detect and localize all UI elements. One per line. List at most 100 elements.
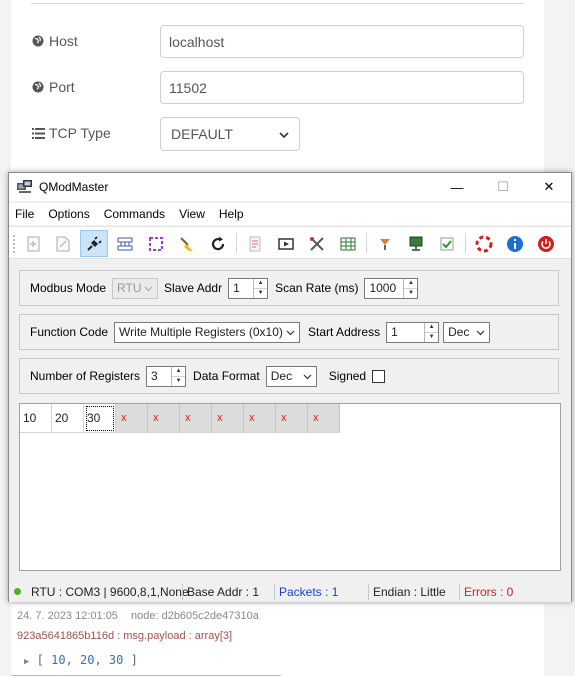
chevron-down-icon [303, 369, 312, 383]
data-format-select[interactable]: Dec [265, 365, 317, 387]
status-bar: RTU : COM3 | 9600,8,1,None Base Addr : 1… [9, 581, 571, 602]
debug-timestamp: 24. 7. 2023 12:01:05 [17, 610, 118, 622]
toolbar-grip[interactable] [13, 235, 15, 253]
menu-bar: File Options Commands View Help [9, 203, 571, 225]
port-label: Port [49, 79, 75, 95]
app-icon [17, 180, 33, 194]
menu-view[interactable]: View [179, 205, 212, 223]
tcp-type-row: TCP Type [31, 125, 111, 141]
expand-triangle-icon[interactable]: ▶ [24, 657, 29, 667]
base-addr-status: Base Addr : 1 [187, 585, 260, 599]
status-separator [274, 584, 275, 600]
address-format-value: Dec [448, 325, 470, 339]
connect-icon[interactable] [20, 230, 48, 257]
connection-settings-group: Modbus Mode RTU Slave Addr 1 ▲ ▼ Scan Rat… [19, 270, 559, 306]
modbus-mode-value: RTU [117, 281, 142, 295]
spin-up-icon[interactable]: ▲ [172, 367, 186, 377]
spin-down-icon[interactable]: ▼ [254, 289, 267, 298]
errors-status: Errors : 0 [464, 585, 514, 599]
port-row: Port [31, 79, 75, 95]
debug-meta: 24. 7. 2023 12:01:05 node: d2b605c2de473… [17, 610, 259, 622]
register-cell[interactable]: 30 [84, 404, 116, 433]
address-format-select[interactable]: Dec [443, 321, 491, 343]
network-icon[interactable] [111, 230, 139, 257]
host-row: Host [31, 33, 78, 49]
title-bar[interactable]: QModMaster — ☐ ✕ [9, 173, 571, 201]
menu-help[interactable]: Help [219, 205, 251, 223]
list-icon [31, 126, 45, 140]
register-cell-disabled: x [244, 404, 276, 433]
refresh-icon[interactable] [204, 230, 232, 257]
debug-node-id[interactable]: node: d2b605c2de47310a [131, 610, 259, 622]
qmodmaster-window: QModMaster — ☐ ✕ File Options Commands V… [8, 172, 572, 602]
toolbar [9, 226, 571, 259]
function-code-select[interactable]: Write Multiple Registers (0x10) [114, 321, 301, 343]
register-cell-disabled: x [180, 404, 212, 433]
spin-down-icon[interactable]: ▼ [172, 377, 185, 386]
spin-down-icon[interactable]: ▼ [404, 289, 417, 298]
num-registers-value: 3 [151, 369, 158, 383]
data-format-group: Number of Registers 3 ▲ ▼ Data Format Dec… [19, 358, 559, 394]
port-input[interactable]: 11502 [160, 71, 524, 104]
status-separator [182, 584, 183, 600]
function-code-label: Function Code [30, 325, 109, 339]
minimize-button[interactable]: — [435, 173, 479, 201]
spin-up-icon[interactable]: ▲ [404, 279, 418, 289]
scan-rate-spinbox[interactable]: 1000 ▲ ▼ [364, 277, 419, 299]
debug-topic: 923a5641865b116d : msg.payload : array[3… [17, 630, 233, 642]
chevron-down-icon [144, 281, 153, 295]
payload-value: 30 [108, 653, 124, 667]
slave-addr-value: 1 [233, 281, 240, 295]
connection-status-icon [14, 588, 21, 595]
menu-options[interactable]: Options [48, 205, 96, 223]
spin-up-icon[interactable]: ▲ [254, 279, 268, 289]
slave-addr-spinbox[interactable]: 1 ▲ ▼ [228, 277, 269, 299]
debug-payload[interactable]: ▶ [ 10, 20, 30 ] [24, 653, 138, 667]
spin-up-icon[interactable]: ▲ [425, 323, 439, 333]
window-title: QModMaster [39, 180, 109, 194]
exit-icon[interactable] [532, 230, 560, 257]
maximize-button[interactable]: ☐ [481, 173, 525, 201]
tools-icon[interactable] [303, 230, 331, 257]
check-icon[interactable] [433, 230, 461, 257]
info-icon[interactable] [501, 230, 529, 257]
register-cell[interactable]: 10 [20, 404, 52, 433]
start-address-spinbox[interactable]: 1 ▲ ▼ [386, 321, 440, 343]
chevron-down-icon [279, 126, 289, 142]
scan-icon[interactable] [272, 230, 300, 257]
slave-addr-label: Slave Addr [164, 281, 223, 295]
menu-file[interactable]: File [15, 205, 41, 223]
clear-icon[interactable] [173, 230, 201, 257]
register-cell-disabled: x [276, 404, 308, 433]
signed-checkbox[interactable] [372, 369, 386, 383]
serial-icon[interactable] [402, 230, 430, 257]
help-icon[interactable] [470, 230, 498, 257]
plug-icon[interactable] [80, 230, 108, 257]
connection-status: RTU : COM3 | 9600,8,1,None [31, 585, 189, 599]
host-input[interactable]: localhost [160, 25, 524, 58]
table-icon[interactable] [334, 230, 362, 257]
register-cell[interactable]: 20 [52, 404, 84, 433]
form-divider [31, 3, 524, 4]
log-icon[interactable] [241, 230, 269, 257]
settings-icon[interactable] [371, 230, 399, 257]
start-address-label: Start Address [308, 325, 381, 339]
tcp-type-select[interactable]: DEFAULT [160, 117, 300, 151]
modbus-mode-label: Modbus Mode [30, 281, 107, 295]
num-registers-spinbox[interactable]: 3 ▲ ▼ [146, 365, 187, 387]
bus-monitor-icon[interactable] [142, 230, 170, 257]
status-separator [459, 584, 460, 600]
endian-status: Endian : Little [373, 585, 446, 599]
register-cell-disabled: x [148, 404, 180, 433]
data-format-label: Data Format [193, 369, 260, 383]
chevron-down-icon [286, 325, 295, 339]
data-format-value: Dec [270, 369, 293, 383]
status-separator [368, 584, 369, 600]
disconnect-icon[interactable] [49, 230, 77, 257]
tcp-type-label: TCP Type [49, 125, 111, 141]
close-button[interactable]: ✕ [527, 173, 571, 201]
menu-commands[interactable]: Commands [104, 205, 172, 223]
packets-status: Packets : 1 [279, 585, 339, 599]
register-table: 10 20 30 x x x x x x x [19, 403, 561, 571]
spin-down-icon[interactable]: ▼ [425, 333, 438, 342]
